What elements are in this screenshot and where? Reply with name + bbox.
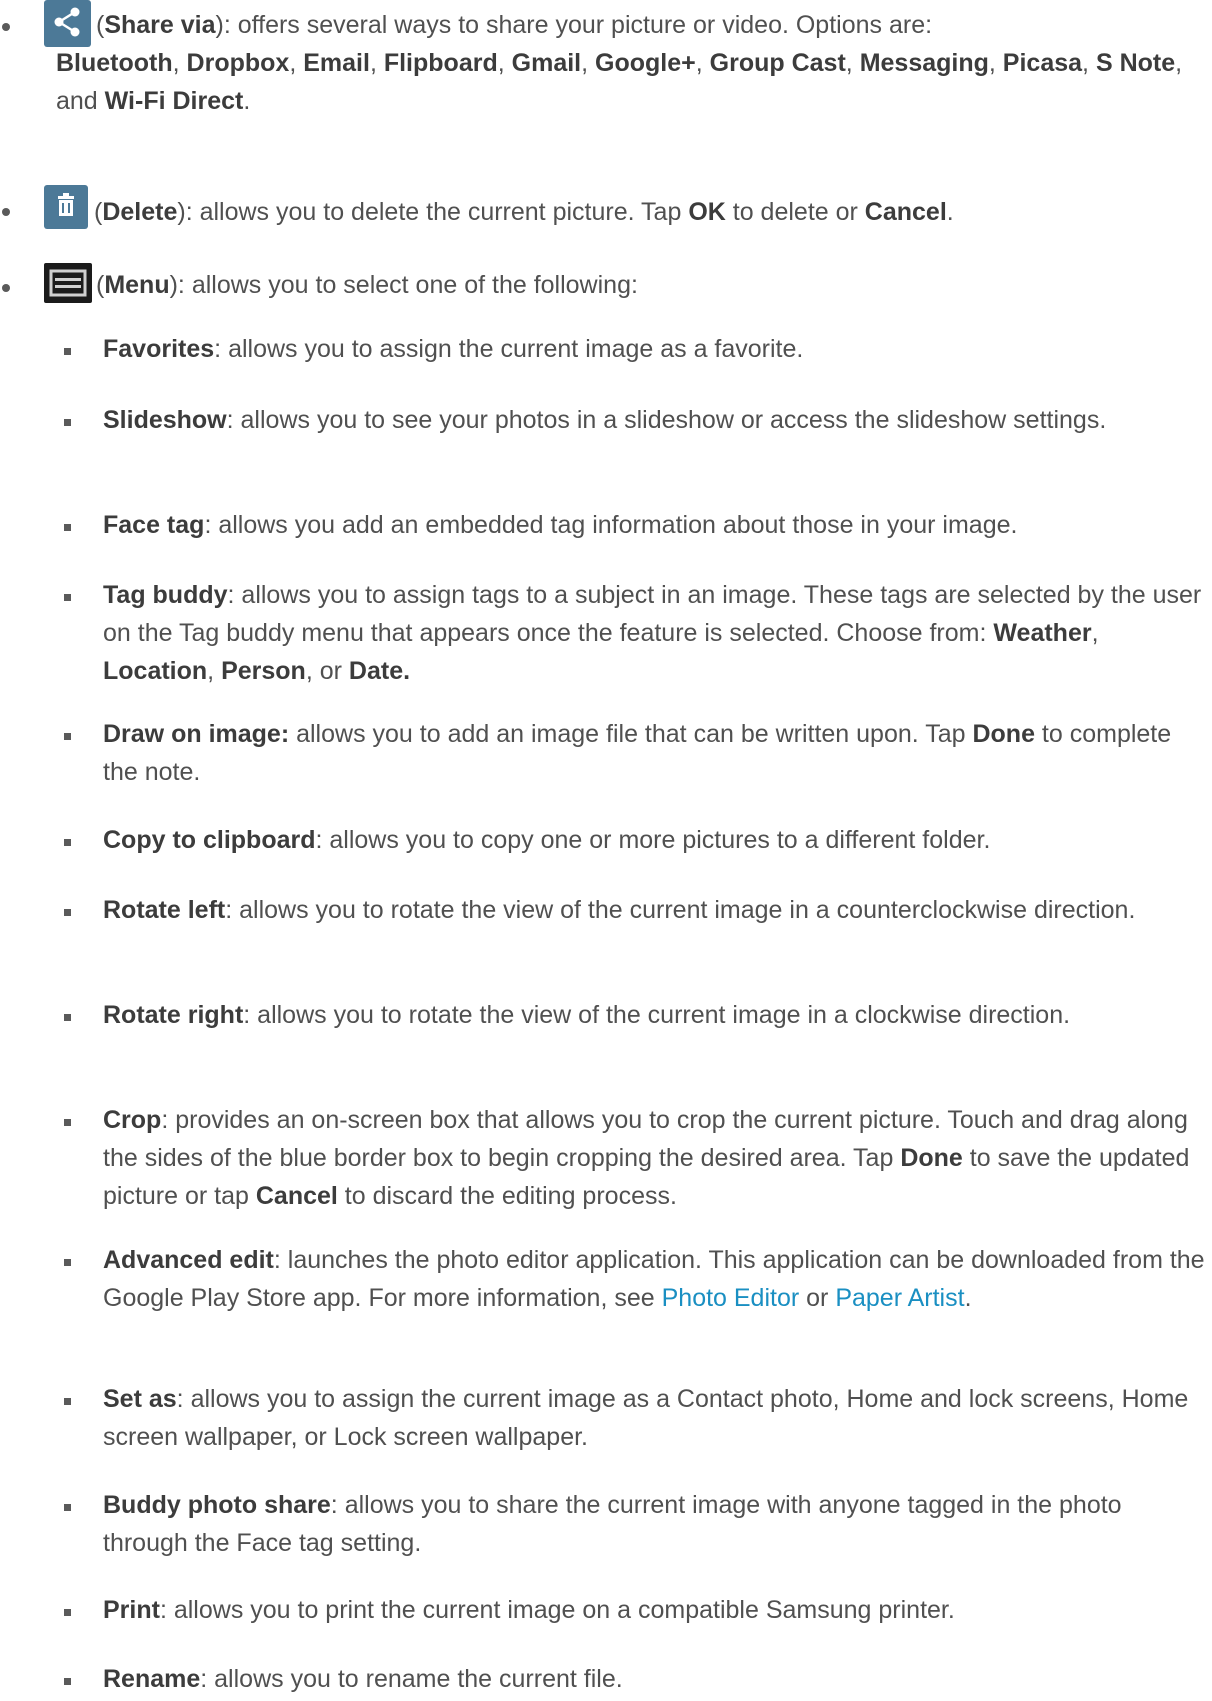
sub-bullet — [64, 1259, 71, 1266]
share-via-text: (Share via): offers several ways to shar… — [96, 11, 933, 39]
sub-bullet — [64, 1678, 71, 1685]
sub-bullet — [64, 594, 71, 601]
paper-artist-link[interactable]: Paper Artist — [835, 1284, 964, 1312]
bullet-dot — [2, 23, 10, 31]
menu-item-text: Slideshow: allows you to see your photos… — [103, 406, 1107, 434]
sub-bullet — [64, 1398, 71, 1405]
sub-bullet — [64, 419, 71, 426]
sub-bullet — [64, 733, 71, 740]
menu-icon — [44, 263, 92, 303]
menu-item-text: Rename: allows you to rename the current… — [103, 1665, 623, 1693]
menu-item-text: Buddy photo share: allows you to share t… — [103, 1491, 1122, 1557]
delete-text: (Delete): allows you to delete the curre… — [94, 198, 954, 226]
menu-item-text: Favorites: allows you to assign the curr… — [103, 335, 804, 363]
help-document-page: (Share via): offers several ways to shar… — [0, 0, 1212, 1701]
bullet-dot — [2, 284, 10, 292]
sub-bullet — [64, 348, 71, 355]
menu-item-text: Advanced edit: launches the photo editor… — [103, 1246, 1205, 1312]
share-options-list: Bluetooth, Dropbox, Email, Flipboard, Gm… — [56, 49, 1183, 115]
sub-bullet — [64, 1014, 71, 1021]
menu-item-text: Crop: provides an on-screen box that all… — [103, 1106, 1190, 1210]
photo-editor-link[interactable]: Photo Editor — [662, 1284, 800, 1312]
sub-bullet — [64, 1119, 71, 1126]
sub-bullet — [64, 524, 71, 531]
menu-item-text: Draw on image: allows you to add an imag… — [103, 720, 1172, 786]
menu-item-text: Tag buddy: allows you to assign tags to … — [103, 581, 1202, 685]
menu-item-text: Copy to clipboard: allows you to copy on… — [103, 826, 991, 854]
sub-bullet — [64, 839, 71, 846]
menu-item-text: Rotate left: allows you to rotate the vi… — [103, 896, 1136, 924]
menu-item-text: Face tag: allows you add an embedded tag… — [103, 511, 1018, 539]
sub-bullet — [64, 909, 71, 916]
menu-item-text: Rotate right: allows you to rotate the v… — [103, 1001, 1071, 1029]
bullet-dot — [2, 208, 10, 216]
menu-text: (Menu): allows you to select one of the … — [96, 271, 638, 299]
sub-bullet — [64, 1504, 71, 1511]
menu-item-text: Print: allows you to print the current i… — [103, 1596, 955, 1624]
menu-item-text: Set as: allows you to assign the current… — [103, 1385, 1189, 1451]
sub-bullet — [64, 1609, 71, 1616]
trash-icon — [44, 185, 88, 229]
share-icon — [44, 0, 91, 47]
